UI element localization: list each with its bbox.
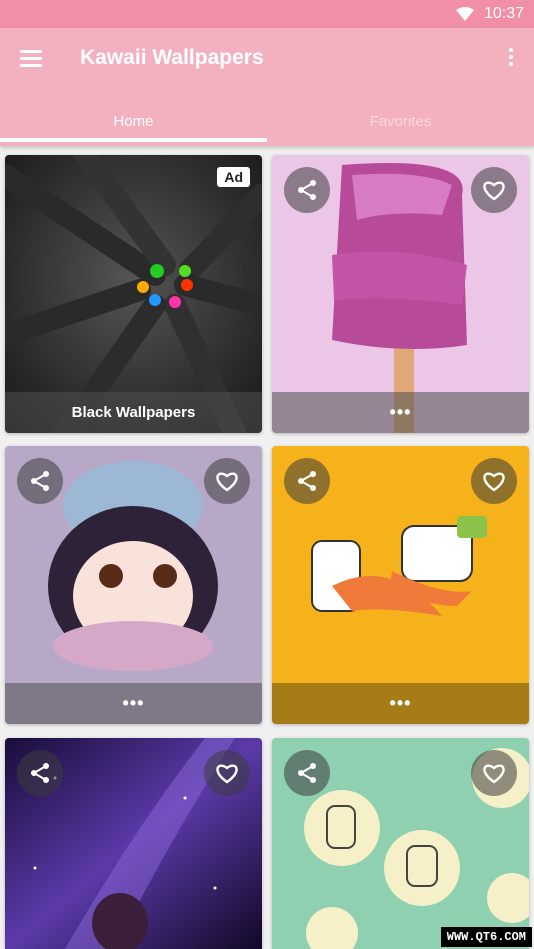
card-more-button[interactable]: •••: [390, 693, 412, 714]
ad-badge: Ad: [217, 167, 250, 187]
card-caption: •••: [272, 683, 529, 724]
share-icon: [31, 471, 49, 491]
wallpaper-card-popsicle[interactable]: •••: [272, 155, 529, 433]
favorite-button[interactable]: [471, 750, 517, 796]
card-more-button[interactable]: •••: [123, 693, 145, 714]
favorite-button[interactable]: [204, 458, 250, 504]
heart-outline-icon: [216, 764, 238, 784]
heart-outline-icon: [483, 764, 505, 784]
card-more-button[interactable]: •••: [390, 402, 412, 423]
wallpaper-card-cats[interactable]: [272, 738, 529, 949]
card-caption: •••: [5, 683, 262, 724]
overflow-menu-icon[interactable]: [508, 48, 514, 70]
heart-outline-icon: [483, 472, 505, 492]
wallpaper-card-galaxy[interactable]: [5, 738, 262, 949]
share-button[interactable]: [17, 458, 63, 504]
card-label: Black Wallpapers: [71, 404, 196, 421]
share-icon: [31, 763, 49, 783]
tab-indicator: [0, 138, 267, 142]
tab-favorites[interactable]: Favorites: [267, 96, 534, 146]
card-caption: Black Wallpapers: [5, 392, 262, 433]
heart-outline-icon: [483, 181, 505, 201]
share-icon: [298, 763, 316, 783]
share-button[interactable]: [284, 167, 330, 213]
app-title: Kawaii Wallpapers: [80, 46, 264, 69]
favorite-button[interactable]: [204, 750, 250, 796]
wallpaper-card-sushi[interactable]: •••: [272, 446, 529, 724]
status-bar: 10:37: [0, 0, 534, 28]
wallpaper-card-anime[interactable]: •••: [5, 446, 262, 724]
share-button[interactable]: [17, 750, 63, 796]
wifi-icon: [455, 7, 474, 21]
wallpaper-card-black[interactable]: Ad Black Wallpapers: [5, 155, 262, 433]
card-caption: •••: [272, 392, 529, 433]
share-button[interactable]: [284, 458, 330, 504]
favorite-button[interactable]: [471, 167, 517, 213]
status-time: 10:37: [483, 5, 524, 22]
favorite-button[interactable]: [471, 458, 517, 504]
app-bar: Kawaii Wallpapers Home Favorites: [0, 28, 534, 146]
watermark: WWW.QT6.COM: [440, 927, 532, 947]
share-icon: [298, 471, 316, 491]
heart-outline-icon: [216, 472, 238, 492]
share-button[interactable]: [284, 750, 330, 796]
hamburger-menu-icon[interactable]: [20, 50, 42, 68]
share-icon: [298, 180, 316, 200]
